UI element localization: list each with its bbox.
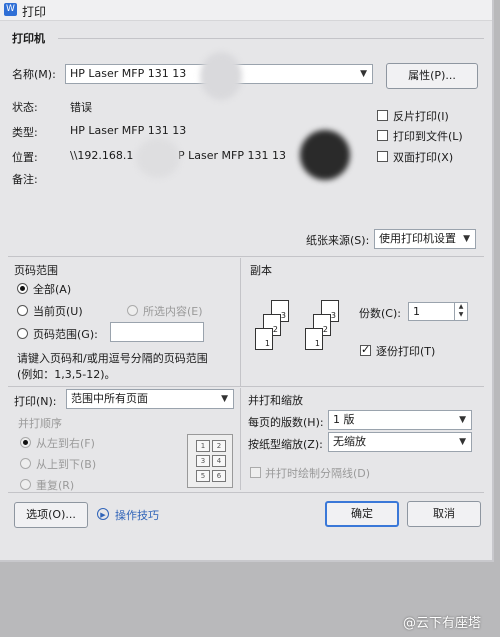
page-range-title: 页码范围 [14,264,58,277]
printer-icon: W [4,3,17,16]
reverse-print-label: 反片打印(I) [393,110,449,123]
location-value-suffix: P Laser MFP 131 13 [178,149,286,162]
page-range-custom-label: 页码范围(G): [33,328,98,341]
page-range-current-label: 当前页(U) [33,305,83,318]
print-to-file-label: 打印到文件(L) [393,130,463,143]
title-bar [0,0,492,21]
collate-preview-icon: 3 2 1 [305,300,355,354]
page-range-all-radio[interactable] [17,283,28,294]
tips-link[interactable]: 操作技巧 [115,507,159,523]
redaction-blur [300,130,350,180]
type-value: HP Laser MFP 131 13 [70,124,187,137]
copies-label: 份数(C): [359,307,401,320]
print-to-file-checkbox[interactable] [377,130,388,141]
page-range-hint: 请键入页码和/或用逗号分隔的页码范围 [17,352,208,365]
copies-stepper[interactable]: 1 ▲ ▼ [408,302,468,321]
location-label: 位置: [12,151,38,164]
properties-button[interactable]: 属性(P)... [386,63,478,89]
page-range-selection-radio[interactable] [127,305,138,316]
collate-checkbox[interactable] [360,343,371,356]
order-preview-grid: 1 2 3 4 5 6 [187,434,233,488]
ok-button[interactable]: 确定 [325,501,399,527]
page-range-all-label: 全部(A) [33,283,72,296]
pages-per-sheet-select[interactable]: 1 版 ▼ [328,410,472,430]
duplex-label: 双面打印(X) [393,151,454,164]
grid-cell: 4 [212,455,226,467]
options-button[interactable]: 选项(O)... [14,502,88,528]
page-range-current-radio[interactable] [17,305,28,316]
status-value: 错误 [70,101,92,114]
pages-per-sheet-label: 每页的版数(H): [248,416,324,429]
play-icon: ▶ [97,508,109,520]
scale-select[interactable]: 无缩放 ▼ [328,432,472,452]
spin-arrows-icon[interactable]: ▲ ▼ [454,303,467,320]
name-label: 名称(M): [12,68,56,81]
grid-cell: 2 [212,440,226,452]
redaction-blur [136,138,180,178]
order-top-bottom-label: 从上到下(B) [36,458,97,471]
draw-lines-checkbox[interactable] [250,467,261,478]
divider [8,492,484,493]
grid-cell: 3 [196,455,210,467]
collate-preview-icon: 3 2 1 [255,300,305,354]
divider [8,386,484,387]
divider [8,256,484,257]
status-label: 状态: [12,101,38,114]
grid-cell: 1 [196,440,210,452]
draw-lines-label: 并打时绘制分隔线(D) [265,467,371,480]
paper-source-value: 使用打印机设置 [379,232,456,245]
window-title: 打印 [22,5,47,19]
scale-value: 无缩放 [333,435,366,448]
order-left-right-label: 从左到右(F) [36,437,95,450]
printer-section-title: 打印机 [12,32,45,45]
order-repeat-radio[interactable] [20,479,31,490]
zoom-title: 并打和缩放 [248,394,303,407]
page-range-custom-radio[interactable] [17,328,28,339]
copies-title: 副本 [250,264,272,277]
printer-name-value: HP Laser MFP 131 13 [70,67,187,80]
redaction-blur [200,52,242,100]
chevron-down-icon: ▼ [459,415,466,425]
scale-label: 按纸型缩放(Z): [248,438,323,451]
divider [58,38,484,39]
page-range-example: (例如：1,3,5-12)。 [17,368,116,381]
chevron-down-icon: ▼ [221,394,228,404]
print-what-label: 打印(N): [14,395,57,408]
paper-source-select[interactable]: 使用打印机设置 ▼ [374,229,476,249]
copies-value: 1 [413,305,420,318]
order-repeat-label: 重复(R) [36,479,75,492]
paper-source-label: 纸张来源(S): [306,234,370,247]
page-range-selection-label: 所选内容(E) [143,305,203,318]
duplex-checkbox[interactable] [377,151,388,162]
grid-cell: 5 [196,470,210,482]
print-what-select[interactable]: 范围中所有页面 ▼ [66,389,234,409]
watermark: @云下有座塔 [403,616,482,631]
order-top-bottom-radio[interactable] [20,458,31,469]
comment-label: 备注: [12,173,38,186]
order-left-right-radio[interactable] [20,437,31,448]
cancel-button[interactable]: 取消 [407,501,481,527]
type-label: 类型: [12,126,38,139]
chevron-down-icon: ▼ [360,69,367,79]
chevron-down-icon: ▼ [459,437,466,447]
divider [240,388,241,490]
page-range-input[interactable] [110,322,204,342]
order-title: 并打顺序 [18,417,62,430]
pages-per-sheet-value: 1 版 [333,413,355,426]
print-what-value: 范围中所有页面 [71,392,148,405]
reverse-print-checkbox[interactable] [377,110,388,121]
divider [240,258,241,386]
print-dialog: W 打印 打印机 名称(M): HP Laser MFP 131 13 ▼ 属性… [0,0,494,562]
location-value-prefix: \\192.168.1 [70,149,134,162]
chevron-down-icon: ▼ [463,234,470,244]
grid-cell: 6 [212,470,226,482]
collate-label: 逐份打印(T) [376,345,436,358]
